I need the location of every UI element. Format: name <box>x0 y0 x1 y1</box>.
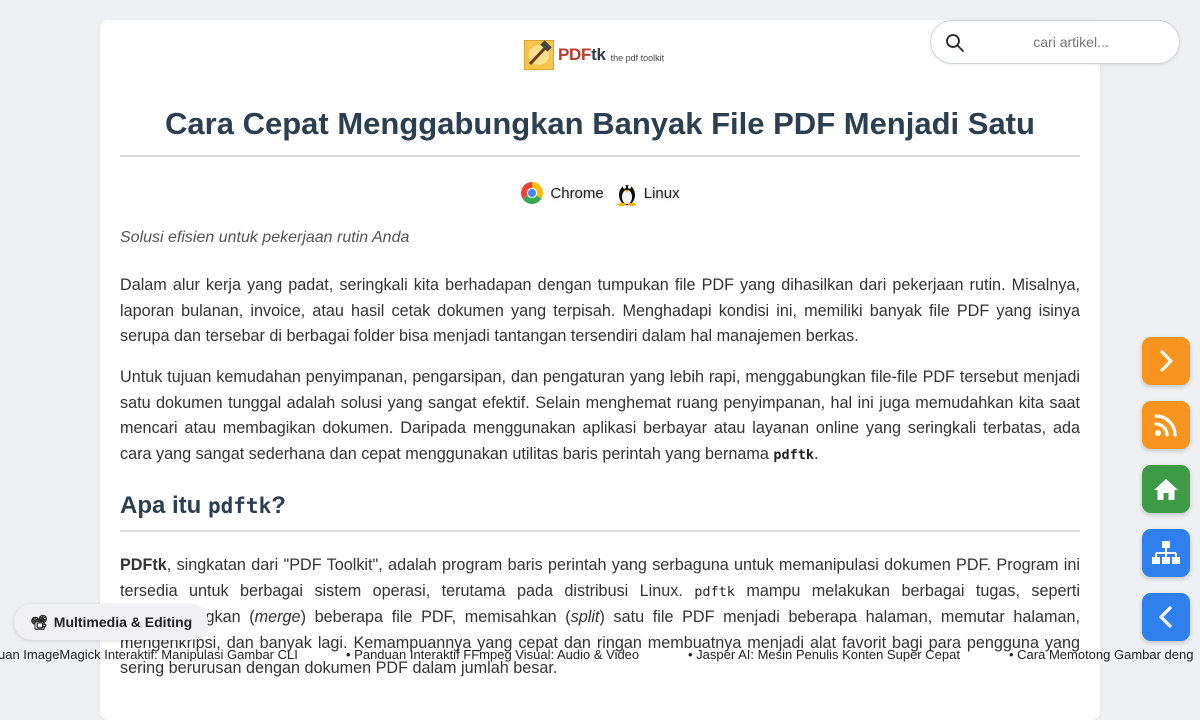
sitemap-icon <box>1152 541 1180 564</box>
related-articles-ticker: uan ImageMagick Interaktif: Manipulasi G… <box>0 645 1200 665</box>
search-box[interactable] <box>930 20 1180 64</box>
sitemap-button[interactable] <box>1142 529 1190 577</box>
article-card: PDFtk the pdf toolkit Cara Cepat Menggab… <box>100 20 1100 720</box>
article-subtitle: Solusi efisien untuk pekerjaan rutin And… <box>120 229 410 246</box>
home-button[interactable] <box>1142 465 1190 513</box>
ticker-item[interactable]: • Panduan Interaktif FFmpeg Visual: Audi… <box>346 647 639 662</box>
pdftk-logo: PDFtk the pdf toolkit <box>524 40 664 70</box>
platform-linux-label: Linux <box>643 184 680 202</box>
search-input[interactable] <box>975 28 1167 56</box>
ticker-item[interactable]: uan ImageMagick Interaktif: Manipulasi G… <box>0 647 298 662</box>
platform-linux: Linux <box>616 180 680 206</box>
ticker-item[interactable]: • Jasper AI: Mesin Penulis Konten Super … <box>688 647 960 662</box>
inline-code-pdftk: pdftk <box>773 446 814 463</box>
title-divider <box>120 155 1080 157</box>
ticker-item[interactable]: • Cara Memotong Gambar deng <box>1009 647 1193 662</box>
chevron-right-icon <box>1160 350 1173 372</box>
logo-wordmark: PDFtk <box>558 45 606 64</box>
home-icon <box>1154 479 1178 500</box>
linux-tux-icon <box>617 185 636 206</box>
pdftk-logo-icon <box>524 40 554 70</box>
next-button[interactable] <box>1142 337 1190 385</box>
chrome-icon <box>521 182 544 204</box>
rss-icon <box>1154 414 1177 437</box>
logo-tagline: the pdf toolkit <box>610 53 665 63</box>
platform-chrome-label: Chrome <box>550 184 604 202</box>
platform-chrome: Chrome <box>520 181 604 205</box>
paragraph-1: Dalam alur kerja yang padat, seringkali … <box>120 276 1080 345</box>
back-button[interactable] <box>1142 593 1190 641</box>
page-title: Cara Cepat Menggabungkan Banyak File PDF… <box>165 106 1035 141</box>
section-divider <box>120 530 1080 532</box>
projector-icon: 📽 <box>30 613 48 630</box>
paragraph-2: Untuk tujuan kemudahan penyimpanan, peng… <box>120 368 1080 463</box>
section-heading-pdftk: Apa itu pdftk? <box>120 492 286 519</box>
chevron-left-icon <box>1159 606 1172 628</box>
rss-button[interactable] <box>1142 401 1190 449</box>
category-chip-label: Multimedia & Editing <box>53 614 193 630</box>
category-chip[interactable]: 📽 Multimedia & Editing <box>14 604 209 640</box>
platform-list: Chrome Linux <box>100 180 1100 206</box>
search-icon <box>946 34 964 52</box>
